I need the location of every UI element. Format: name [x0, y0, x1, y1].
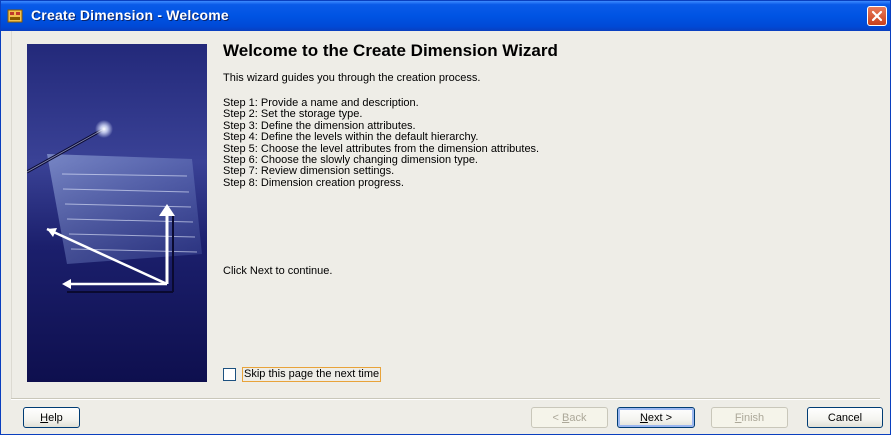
step-item: Step 4: Define the levels within the def… — [223, 131, 479, 144]
finish-label-rest: inish — [741, 411, 765, 424]
next-label-rest: ext > — [647, 411, 673, 424]
wizard-heading: Welcome to the Create Dimension Wizard — [223, 41, 558, 60]
back-button[interactable]: < Back — [531, 407, 608, 428]
steps-list: Step 1: Provide a name and description. … — [223, 97, 539, 189]
step-item: Step 8: Dimension creation progress. — [223, 176, 404, 189]
close-icon — [871, 10, 883, 22]
next-button[interactable]: Next > — [617, 407, 695, 428]
cancel-button[interactable]: Cancel — [807, 407, 883, 428]
cancel-label: Cancel — [827, 411, 863, 424]
app-icon — [7, 9, 23, 23]
title-bar[interactable]: Create Dimension - Welcome — [1, 1, 890, 31]
help-button[interactable]: Help — [23, 407, 80, 428]
button-bar-divider-highlight — [11, 399, 880, 400]
wizard-window: Create Dimension - Welcome Welcome to th… — [0, 0, 891, 435]
wizard-side-image — [27, 44, 207, 382]
help-mnemonic: H — [40, 411, 49, 424]
wizard-intro: This wizard guides you through the creat… — [223, 72, 481, 84]
skip-page-label[interactable]: Skip this page the next time — [242, 367, 382, 382]
finish-mnemonic: F — [734, 411, 742, 424]
close-button[interactable] — [867, 6, 887, 26]
skip-page-checkbox[interactable] — [223, 368, 236, 381]
next-mnemonic: N — [639, 411, 648, 424]
back-mnemonic: B — [562, 411, 570, 424]
window-title: Create Dimension - Welcome — [31, 7, 229, 23]
back-label-rest: ack — [569, 411, 587, 424]
finish-button[interactable]: Finish — [711, 407, 788, 428]
back-prefix: < — [552, 411, 562, 424]
continue-instruction: Click Next to continue. — [223, 265, 333, 277]
help-label-rest: elp — [48, 411, 63, 424]
